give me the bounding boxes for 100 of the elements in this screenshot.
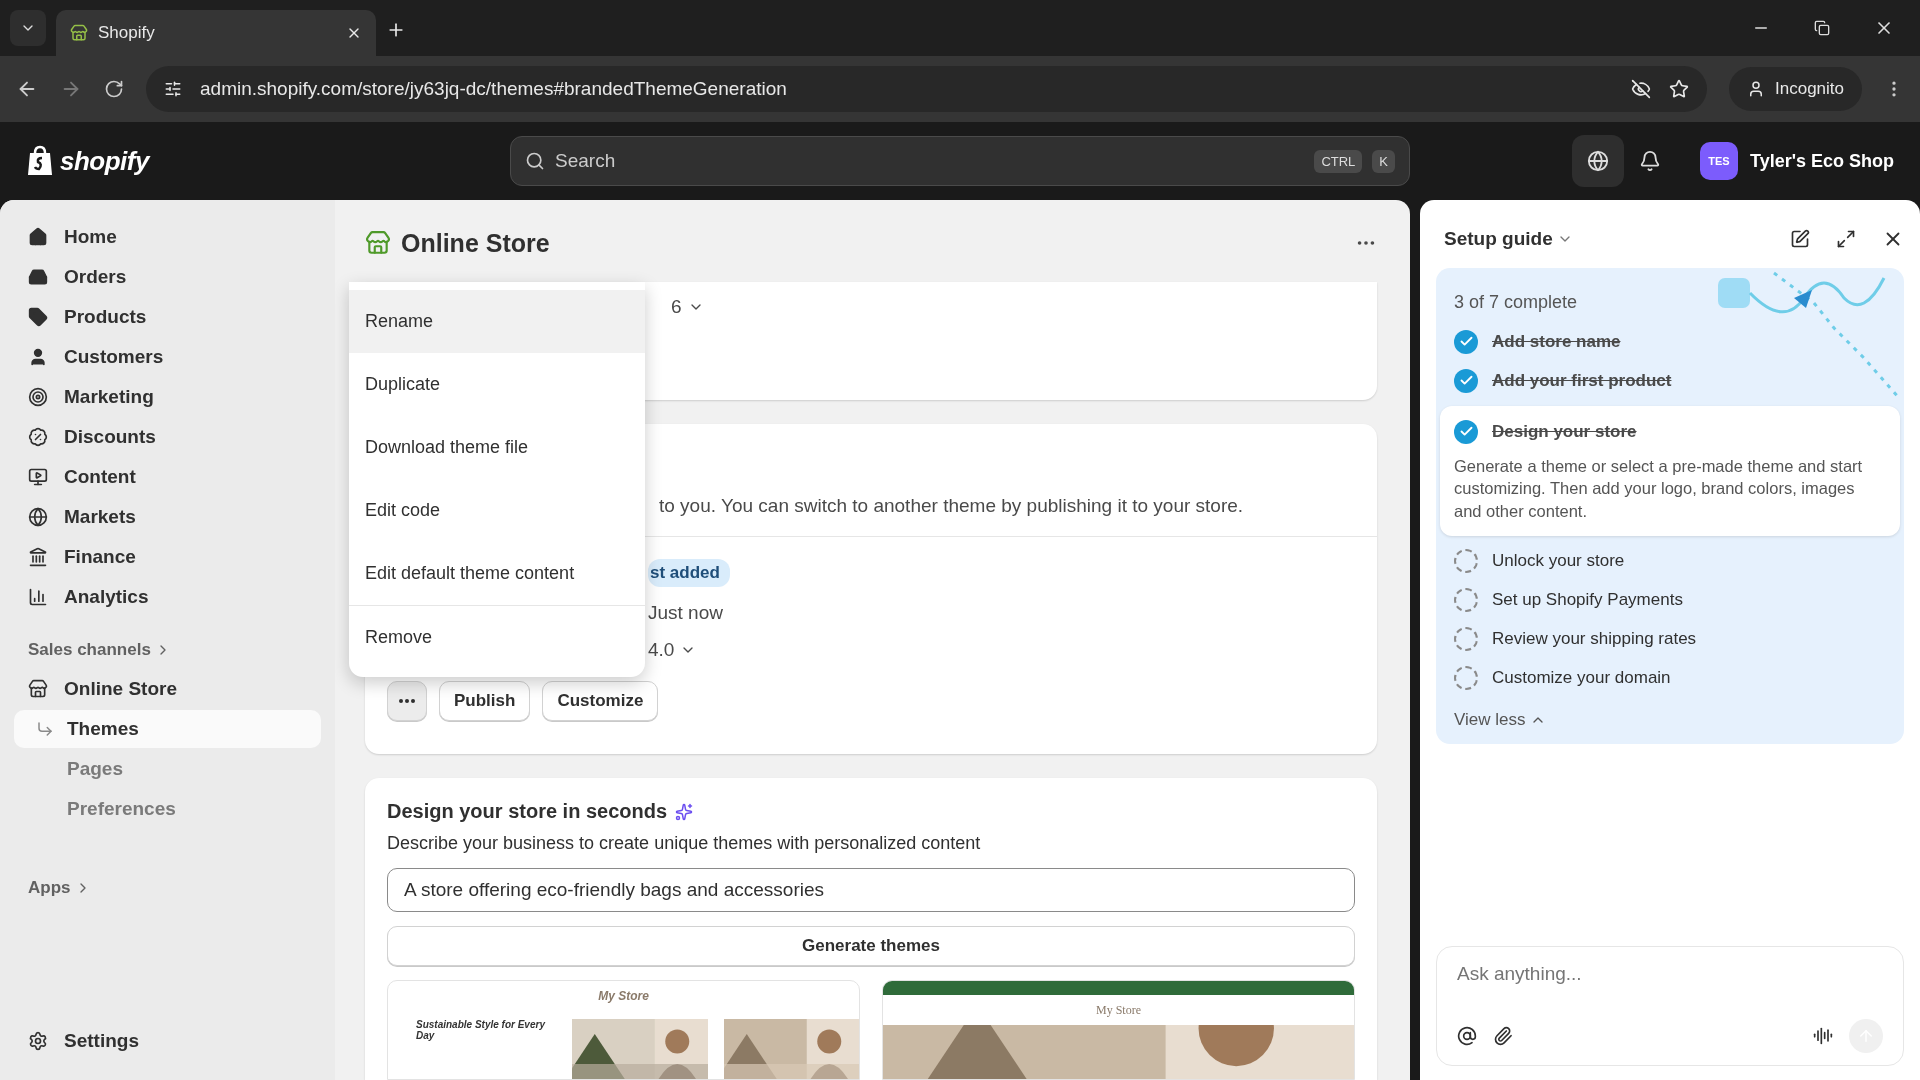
theme-preview[interactable]: My Store bbox=[882, 980, 1355, 1080]
store-icon bbox=[365, 230, 391, 256]
nav-subitem[interactable]: Preferences bbox=[14, 790, 321, 828]
nav-item[interactable]: Home bbox=[14, 218, 321, 256]
store-icon bbox=[28, 679, 48, 699]
chat-field[interactable]: Ask anything... bbox=[1457, 963, 1883, 985]
more-icon bbox=[399, 699, 415, 703]
logo-text: shopify bbox=[60, 145, 149, 177]
browser-tab[interactable]: Shopify bbox=[56, 10, 376, 56]
shopping-bag-icon bbox=[26, 145, 54, 177]
nav-item[interactable]: Content bbox=[14, 458, 321, 496]
task-label: Review your shipping rates bbox=[1492, 629, 1697, 650]
nav-item[interactable]: Analytics bbox=[14, 578, 321, 616]
voice-icon[interactable] bbox=[1813, 1026, 1833, 1046]
action-button[interactable]: Publish bbox=[439, 681, 531, 721]
incognito-icon bbox=[1747, 80, 1765, 98]
task-item[interactable]: Add store name bbox=[1440, 322, 1900, 361]
eye-off-icon[interactable] bbox=[1631, 79, 1651, 99]
menu-item[interactable]: Edit code bbox=[349, 479, 645, 542]
task-item[interactable]: Add your first product bbox=[1440, 361, 1900, 400]
task-item[interactable]: Set up Shopify Payments bbox=[1440, 580, 1900, 620]
task-label: Design your store bbox=[1492, 421, 1637, 442]
address-field[interactable]: admin.shopify.com/store/jy63jq-dc/themes#brandedThemeGeneration bbox=[146, 66, 1707, 112]
task-label: Customize your domain bbox=[1492, 668, 1671, 689]
nav-subitem[interactable]: Pages bbox=[14, 750, 321, 788]
nav-item[interactable]: Online Store bbox=[14, 670, 321, 708]
panel-title: Setup guide bbox=[1444, 228, 1553, 250]
status-badge: st added bbox=[648, 559, 730, 587]
menu-item[interactable]: Edit default theme content bbox=[349, 542, 645, 605]
card-title: Design your store in seconds bbox=[387, 800, 668, 823]
menu-item[interactable]: Rename bbox=[349, 290, 645, 353]
version-text: 6 bbox=[671, 296, 682, 318]
nav-item[interactable]: Settings bbox=[14, 1022, 321, 1060]
shortcut-key: K bbox=[1372, 149, 1395, 173]
edit-icon[interactable] bbox=[1790, 229, 1810, 249]
search-icon bbox=[525, 151, 545, 171]
saved-time: Just now bbox=[648, 602, 723, 624]
task-label: Set up Shopify Payments bbox=[1492, 590, 1683, 611]
nav-icon bbox=[28, 227, 48, 247]
task-item[interactable]: Customize your domain bbox=[1440, 658, 1900, 698]
view-less-link[interactable]: View less bbox=[1440, 697, 1900, 730]
mention-icon[interactable] bbox=[1457, 1026, 1477, 1046]
action-button[interactable]: Customize bbox=[542, 681, 659, 721]
section-link[interactable]: Apps bbox=[14, 870, 321, 906]
sparkle-icon bbox=[675, 802, 694, 821]
more-button[interactable] bbox=[387, 681, 427, 721]
nav-icon bbox=[28, 547, 48, 567]
nav-item[interactable]: Customers bbox=[14, 338, 321, 376]
task-label: Add your first product bbox=[1492, 370, 1672, 391]
nav-icon bbox=[28, 347, 48, 367]
reload-icon[interactable] bbox=[104, 79, 124, 99]
nav-icon bbox=[28, 307, 48, 327]
expand-icon[interactable] bbox=[1836, 229, 1856, 249]
task-item[interactable]: Design your store Generate a theme or select a pre-made theme and start customizing. Then add your logo, brand colors, images and other content. bbox=[1440, 406, 1900, 536]
task-item[interactable]: Review your shipping rates bbox=[1440, 619, 1900, 659]
section-link[interactable]: Sales channels bbox=[14, 632, 321, 668]
nav-icon bbox=[28, 387, 48, 407]
site-settings-icon[interactable] bbox=[164, 80, 182, 98]
preview-headline: Sustainable Style for Every Day bbox=[416, 1019, 547, 1043]
generate-button[interactable]: Generate themes bbox=[387, 926, 1355, 966]
nav-subitem[interactable]: Themes bbox=[14, 710, 321, 748]
page-title: Online Store bbox=[401, 228, 550, 258]
nav-icon bbox=[28, 427, 48, 447]
globe-icon bbox=[1587, 150, 1609, 172]
search-field[interactable]: Search CTRL K bbox=[510, 136, 1410, 186]
progress-text: 3 of 7 complete bbox=[1453, 290, 1579, 314]
task-description: Generate a theme or select a pre-made theme and start customizing. Then add your logo, brand colors, images and other content. bbox=[1454, 456, 1864, 522]
store-icon bbox=[70, 24, 88, 42]
nav-item[interactable]: Orders bbox=[14, 258, 321, 296]
assistant-button[interactable] bbox=[1572, 135, 1624, 187]
nav-item[interactable]: Products bbox=[14, 298, 321, 336]
nav-item[interactable]: Finance bbox=[14, 538, 321, 576]
task-label: Unlock your store bbox=[1492, 551, 1625, 572]
bell-icon bbox=[1639, 150, 1661, 172]
nav-icon bbox=[28, 587, 48, 607]
bookmark-icon[interactable] bbox=[1669, 79, 1689, 99]
nav-icon bbox=[28, 507, 48, 527]
store-menu-button[interactable]: TES Tyler's Eco Shop bbox=[1700, 142, 1894, 180]
branch-icon bbox=[36, 720, 54, 738]
settings-icon bbox=[28, 1031, 48, 1051]
incognito-button[interactable]: Incognito bbox=[1729, 67, 1862, 111]
nav-item[interactable]: Markets bbox=[14, 498, 321, 536]
attach-icon[interactable] bbox=[1493, 1026, 1513, 1046]
shortcut-key: CTRL bbox=[1314, 149, 1363, 173]
preview-store-name: My Store bbox=[598, 989, 649, 1003]
tab-list-button[interactable] bbox=[10, 10, 46, 46]
menu-item[interactable]: Duplicate bbox=[349, 353, 645, 416]
task-item[interactable]: Unlock your store bbox=[1440, 541, 1900, 581]
nav-item[interactable]: Discounts bbox=[14, 418, 321, 456]
task-label: Add store name bbox=[1492, 331, 1621, 352]
nav-icon bbox=[28, 267, 48, 287]
restore-icon[interactable] bbox=[1814, 20, 1830, 36]
nav-item[interactable]: Marketing bbox=[14, 378, 321, 416]
description-text: to you. You can switch to another theme by publishing it to your store. bbox=[659, 495, 1244, 517]
theme-preview[interactable]: My Store Sustainable Style for Every Day bbox=[387, 980, 860, 1080]
prompt-field[interactable]: A store offering eco-friendly bags and accessories bbox=[387, 868, 1355, 912]
menu-item[interactable]: Download theme file bbox=[349, 416, 645, 479]
menu-item[interactable]: Remove bbox=[349, 605, 645, 669]
nav-icon bbox=[28, 467, 48, 487]
preview-store-name: My Store bbox=[1096, 1002, 1141, 1018]
